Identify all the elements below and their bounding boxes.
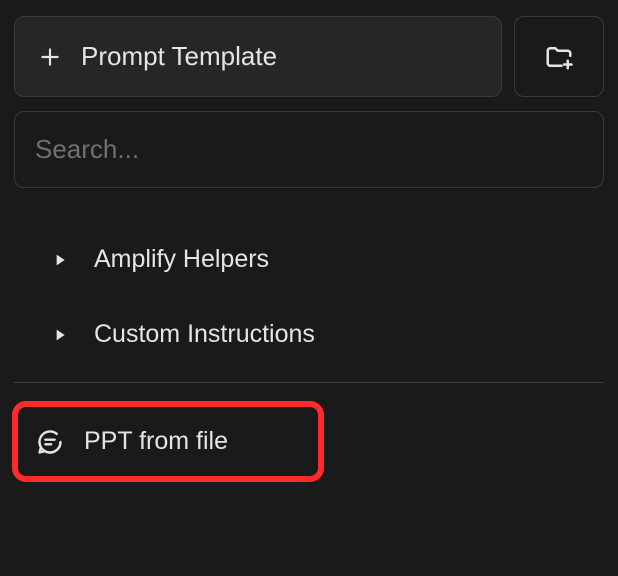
new-prompt-template-label: Prompt Template (81, 41, 277, 72)
divider (14, 382, 604, 383)
folder-plus-icon (544, 42, 574, 72)
chevron-right-icon (52, 326, 68, 344)
message-icon (36, 428, 64, 456)
folder-label: Custom Instructions (94, 320, 315, 349)
folder-custom-instructions[interactable]: Custom Instructions (52, 297, 604, 372)
template-ppt-from-file[interactable]: PPT from file (24, 413, 240, 470)
plus-icon (37, 44, 63, 70)
chevron-right-icon (52, 251, 68, 269)
new-prompt-template-button[interactable]: Prompt Template (14, 16, 502, 97)
new-folder-button[interactable] (514, 16, 604, 97)
folder-amplify-helpers[interactable]: Amplify Helpers (52, 222, 604, 297)
highlight-annotation: PPT from file (12, 401, 324, 482)
template-label: PPT from file (84, 427, 228, 456)
folder-label: Amplify Helpers (94, 245, 269, 274)
search-input[interactable] (14, 111, 604, 188)
folder-list: Amplify Helpers Custom Instructions (14, 222, 604, 372)
